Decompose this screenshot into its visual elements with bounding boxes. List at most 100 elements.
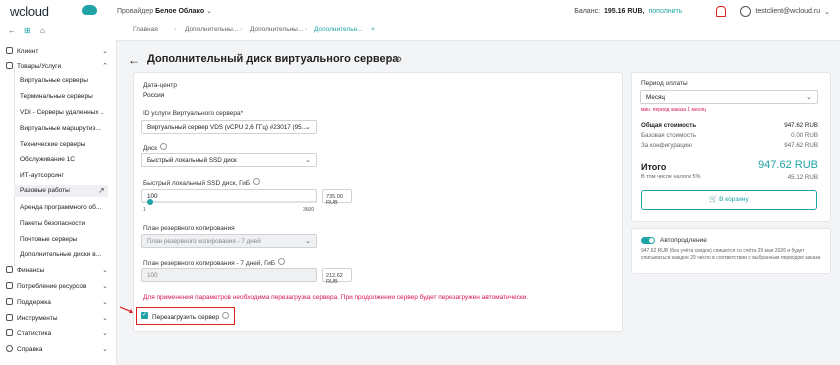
open-new-icon[interactable]: ↗	[98, 186, 105, 195]
chart-icon	[6, 329, 13, 336]
chevron-down-icon[interactable]: ⌄	[102, 282, 108, 290]
total-cost-label: Общая стоимость	[641, 122, 697, 129]
chevron-down-icon[interactable]: ⌄	[102, 266, 108, 274]
user-email[interactable]: testclient@wcloud.ru	[755, 8, 820, 15]
sidebar-subitem[interactable]: Технические серверы	[20, 141, 104, 148]
sidebar-item-client[interactable]: Клиент	[6, 47, 38, 55]
size-price: 735.00 RUB	[322, 189, 352, 206]
sidebar-subitem[interactable]: Виртуальные маршрутиз...	[20, 125, 104, 132]
sidebar-item-label: Финансы	[17, 267, 45, 274]
datacenter-label: Дата-центр	[143, 82, 178, 89]
add-to-cart-label: В корзину	[719, 196, 749, 203]
sidebar-item-tools[interactable]: Инструменты	[6, 314, 58, 322]
sidebar-subitem-active[interactable]: Разовые работы	[14, 185, 108, 197]
sidebar-item-label: Инструменты	[17, 315, 58, 322]
sidebar-subitem[interactable]: Виртуальные серверы	[20, 77, 104, 84]
service-label: ID услуги Виртуального сервера*	[143, 110, 244, 117]
sidebar-subitem[interactable]: ИТ-аутсорсинг	[20, 172, 104, 179]
cart-icon: 🛒	[709, 196, 718, 203]
info-icon[interactable]	[222, 312, 230, 319]
wallet-icon	[6, 266, 13, 273]
sidebar-subitem[interactable]: Дополнительные диски в...	[20, 251, 104, 258]
sidebar-subitem[interactable]: Обслуживание 1С	[20, 156, 104, 163]
add-to-cart-button[interactable]: 🛒 В корзину	[641, 190, 817, 210]
backup-plan-label: План резервного копирования	[143, 225, 235, 232]
reboot-checkbox[interactable]: ✓	[141, 312, 148, 319]
sidebar-item-label: Справка	[17, 346, 43, 353]
back-arrow-icon[interactable]: ←	[128, 53, 140, 67]
period-note: мин. период заказа 1 месяц	[641, 107, 706, 113]
sidebar-item-support[interactable]: Поддержка	[6, 298, 51, 306]
service-select[interactable]: Виртуальный сервер VDS (vCPU 2,6 ГГц) #2…	[141, 120, 317, 134]
sidebar-subitem[interactable]: Терминальные серверы	[20, 93, 104, 100]
backup-size-value: 100	[147, 272, 158, 279]
sidebar-item-statistics[interactable]: Статистика	[6, 329, 51, 337]
tree-icon[interactable]: ⊞	[24, 26, 31, 35]
chevron-down-icon: ⌄	[206, 8, 212, 15]
sidebar-item-consumption[interactable]: Потребление ресурсов	[6, 282, 86, 290]
config-cost-label: За конфигурацию	[641, 142, 692, 149]
sidebar-subitem[interactable]: Пакеты безопасности	[20, 220, 104, 227]
logo[interactable]: wcloud	[10, 4, 49, 19]
base-cost-label: Базовая стоимость	[641, 132, 696, 139]
disk-label: Диск	[143, 143, 168, 152]
tab-separator: ›	[305, 26, 308, 33]
user-icon	[6, 47, 13, 54]
tab-additional-3[interactable]: Дополнительн...	[314, 26, 363, 33]
topup-link[interactable]: пополнить	[648, 8, 682, 15]
chevron-up-icon[interactable]: ⌃	[102, 62, 108, 70]
chevron-down-icon[interactable]: ⌄	[102, 298, 108, 306]
autorenew-toggle[interactable]	[641, 237, 655, 244]
reboot-label-text: Перезагрузить сервер	[152, 314, 220, 321]
sidebar-tree-line	[14, 67, 15, 267]
tab-additional-1[interactable]: Дополнительны...	[185, 26, 238, 33]
service-select-value: Виртуальный сервер VDS (vCPU 2,6 ГГц) #2…	[147, 124, 307, 131]
sidebar-item-label: Потребление ресурсов	[17, 283, 87, 290]
home-icon[interactable]: ⌂	[40, 26, 45, 35]
slider-min: 1	[143, 207, 146, 213]
close-icon[interactable]: ×	[371, 26, 375, 33]
sidebar: Клиент ⌄ Товары/Услуги ⌃ Виртуальные сер…	[0, 40, 117, 365]
chevron-down-icon[interactable]: ⌄	[102, 47, 108, 55]
sidebar-item-help[interactable]: Справка	[6, 345, 43, 353]
chevron-down-icon[interactable]: ⌄	[102, 345, 108, 353]
disk-select[interactable]: Быстрый локальный SSD диск ⌄	[141, 153, 317, 167]
sidebar-item-products[interactable]: Товары/Услуги	[6, 62, 61, 70]
provider-selector[interactable]: Провайдер Белое Облако ⌄	[117, 7, 212, 15]
reboot-label[interactable]: Перезагрузить сервер	[152, 312, 230, 321]
user-icon[interactable]	[740, 6, 752, 17]
period-select[interactable]: Месяц ⌄	[640, 90, 818, 104]
balance-value: 195.16 RUB,	[604, 8, 645, 15]
tax-value: 45.12 RUB	[787, 174, 818, 181]
tab-main[interactable]: Главная	[133, 26, 158, 33]
sidebar-subitem[interactable]: Почтовые серверы	[20, 236, 104, 243]
refresh-settings-icons[interactable]: ↻ ⚙	[386, 55, 402, 64]
sidebar-subitem[interactable]: VDI - Серверы удаленных ...	[20, 109, 104, 116]
info-icon[interactable]	[253, 178, 261, 185]
info-icon[interactable]	[160, 143, 168, 150]
chevron-down-icon[interactable]: ⌄	[102, 329, 108, 337]
reboot-warning: Для применения параметров необходима пер…	[143, 294, 529, 301]
size-slider-thumb[interactable]	[146, 199, 153, 205]
backup-size-input: 100	[141, 268, 317, 282]
sidebar-item-label: Товары/Услуги	[17, 63, 62, 70]
backup-size-label-text: План резервного копирования - 7 дней, Ги…	[143, 260, 276, 267]
sidebar-item-label: Статистика	[17, 330, 52, 337]
bell-icon[interactable]	[716, 6, 727, 17]
back-arrow-icon[interactable]: ←	[8, 26, 16, 35]
provider-name: Белое Облако	[155, 8, 205, 15]
info-icon[interactable]	[278, 258, 286, 265]
period-select-value: Месяц	[646, 94, 665, 101]
chevron-down-icon: ⌄	[305, 157, 311, 164]
sidebar-subitem[interactable]: Аренда программного об...	[20, 204, 104, 211]
tab-additional-2[interactable]: Дополнительны...	[250, 26, 303, 33]
chevron-down-icon[interactable]: ⌄	[824, 8, 830, 16]
grand-total-value: 947.62 RUB	[758, 159, 818, 171]
datacenter-value: Россия	[143, 92, 165, 99]
page-title: Дополнительный диск виртуального сервера	[147, 53, 399, 65]
sidebar-item-finance[interactable]: Финансы	[6, 266, 44, 274]
chevron-down-icon[interactable]: ⌄	[102, 314, 108, 322]
base-cost-value: 0.00 RUB	[791, 132, 818, 139]
size-slider-track[interactable]	[143, 201, 316, 203]
grand-total-label: Итого	[641, 162, 667, 172]
